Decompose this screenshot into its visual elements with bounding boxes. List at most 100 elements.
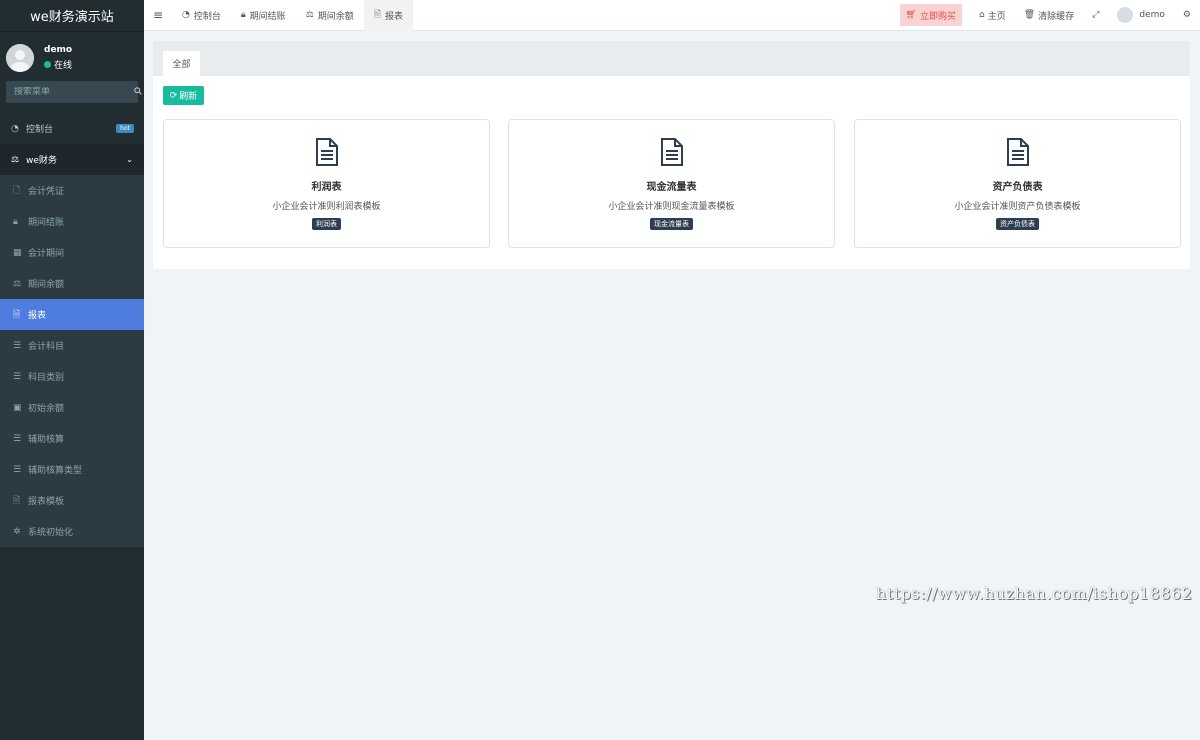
balance-scale-icon: ⚖ [305,10,314,20]
sidebar-item-period-close[interactable]: 🔒︎ 期间结账 [0,206,144,237]
sidebar-item-label: 辅助核算 [28,435,65,445]
card-description: 小企业会计准则现金流量表模板 [608,202,735,212]
buy-now-label: 立即购买 [919,11,956,22]
refresh-button[interactable]: ⟳ 刷新 [163,86,204,105]
user-name: demo [44,45,73,55]
avatar [1117,7,1134,23]
sidebar-item-label: 会计科目 [28,342,65,352]
file-text-icon: 🗎 [373,10,382,20]
lock-icon: 🔒︎ [13,216,18,227]
tab-all[interactable]: 全部 [163,51,200,76]
online-dot-icon [44,61,51,68]
gears-icon: ⚙ [1182,10,1191,20]
sidebar-item-dashboard[interactable]: ◔ 控制台 hot [0,113,144,144]
tab-dashboard[interactable]: ◔ 控制台 [172,0,231,31]
clear-cache-label: 清除缓存 [1038,11,1075,22]
sidebar-item-we-finance[interactable]: ⚖ we财务 ⌄ [0,144,144,175]
sidebar-item-accounting-period[interactable]: ▦ 会计期间 [0,237,144,268]
lock-icon: 🔒︎ [240,10,246,20]
watermark-url: https://www.huzhan.com/ishop18862 [876,584,1193,603]
sidebar-item-label: 期间余额 [28,280,65,290]
user-avatar-icon [6,44,34,72]
sidebar-item-period-balance[interactable]: ⚖ 期间余额 [0,268,144,299]
card-description: 小企业会计准则利润表模板 [272,202,381,212]
file-text-icon [315,138,338,166]
money-icon: ▣ [13,402,22,413]
hot-badge: hot [116,124,134,133]
tab-label: 报表 [385,11,404,22]
sidebar: we财务演示站 demo 在线 ◔ 控制台 hot [0,0,144,740]
refresh-icon: ⟳ [169,90,178,101]
top-navbar: ≡ ◔ 控制台 🔒︎ 期间结账 ⚖ 期间余额 🗎 报表 🛒︎ 立即购买 ⌂ 主页… [144,0,1200,31]
file-text-icon: 🗎 [13,495,21,506]
report-card-income[interactable]: 利润表 小企业会计准则利润表模板 利润表 [163,119,490,248]
card-tag: 资产负债表 [996,218,1039,230]
settings-button[interactable]: ⚙ [1174,0,1200,31]
sidebar-item-label: 报表模板 [28,497,65,507]
sidebar-item-account-category[interactable]: ☰ 科目类别 [0,361,144,392]
tab-period-balance[interactable]: ⚖ 期间余额 [296,0,364,31]
file-text-icon [660,138,683,166]
user-menu-label: demo [1139,10,1165,20]
home-link[interactable]: ⌂ 主页 [970,0,1015,31]
home-label: 主页 [987,11,1006,22]
sidebar-item-label: 期间结账 [28,218,65,228]
report-card-balance-sheet[interactable]: 资产负债表 小企业会计准则资产负债表模板 资产负债表 [854,119,1181,248]
user-info: demo 在线 [44,45,72,71]
refresh-label: 刷新 [179,92,198,102]
buy-now-button[interactable]: 🛒︎ 立即购买 [899,4,962,26]
sidebar-item-reports[interactable]: 🗎 报表 [0,299,144,330]
sidebar-item-voucher[interactable]: 🗋 会计凭证 [0,175,144,206]
sidebar-toggle-button[interactable]: ≡ [144,0,172,31]
sidebar-item-label: 控制台 [26,125,54,135]
balance-scale-icon: ⚖ [11,154,20,165]
search-icon[interactable] [134,86,142,98]
file-icon: 🗋 [13,185,21,196]
sidebar-item-report-template[interactable]: 🗎 报表模板 [0,485,144,516]
expand-icon: ⤢ [1092,10,1100,20]
sidebar-item-system-init[interactable]: ✲ 系统初始化 [0,516,144,547]
user-panel: demo 在线 [0,36,144,80]
sidebar-item-auxiliary-type[interactable]: ☰ 辅助核算类型 [0,454,144,485]
hamburger-icon: ≡ [152,8,164,22]
sidebar-item-auxiliary[interactable]: ☰ 辅助核算 [0,423,144,454]
dashboard-icon: ◔ [11,123,19,134]
tab-label: 期间余额 [317,11,354,22]
sidebar-menu: ◔ 控制台 hot ⚖ we财务 ⌄ 🗋 会计凭证 🔒︎ 期间结账 ▦ 会计期间… [0,113,144,547]
trash-icon: 🗑︎ [1023,10,1036,20]
sidebar-item-accounts[interactable]: ☰ 会计科目 [0,330,144,361]
card-description: 小企业会计准则资产负债表模板 [954,202,1081,212]
sidebar-item-label: 科目类别 [28,373,65,383]
tab-period-close[interactable]: 🔒︎ 期间结账 [231,0,296,31]
file-text-icon: 🗎 [13,309,21,320]
report-panel: 全部 ⟳ 刷新 利润表 小企业会计准则利润表模板 利润表 现金流量表 小企业会计… [153,41,1190,269]
list-icon: ☰ [13,371,22,382]
search-box [6,81,142,103]
sidebar-item-label: 会计期间 [28,249,65,259]
user-menu[interactable]: demo [1108,0,1174,31]
sidebar-item-label: 会计凭证 [28,187,65,197]
report-card-cash-flow[interactable]: 现金流量表 小企业会计准则现金流量表模板 现金流量表 [508,119,835,248]
list-icon: ☰ [13,464,22,475]
app-logo[interactable]: we财务演示站 [0,0,144,32]
card-title: 利润表 [311,182,342,193]
clear-cache-button[interactable]: 🗑︎ 清除缓存 [1015,0,1083,31]
card-title: 现金流量表 [646,182,697,193]
sidebar-item-label: 报表 [28,311,47,321]
search-input[interactable] [14,87,134,97]
top-right-actions: 🛒︎ 立即购买 ⌂ 主页 🗑︎ 清除缓存 ⤢ demo ⚙ [899,0,1200,31]
sidebar-item-label: we财务 [26,156,57,166]
sidebar-item-initial-balance[interactable]: ▣ 初始余额 [0,392,144,423]
sidebar-item-label: 初始余额 [28,404,65,414]
card-tag: 现金流量表 [650,218,693,230]
list-icon: ☰ [13,340,22,351]
home-icon: ⌂ [979,10,985,20]
balance-scale-icon: ⚖ [13,278,22,289]
sidebar-item-label: 辅助核算类型 [28,466,83,476]
fullscreen-button[interactable]: ⤢ [1083,0,1108,31]
user-status-label: 在线 [54,61,73,71]
tab-label: 控制台 [193,11,221,22]
calendar-icon: ▦ [13,247,22,258]
tab-reports[interactable]: 🗎 报表 [363,0,414,31]
user-status: 在线 [44,58,72,71]
